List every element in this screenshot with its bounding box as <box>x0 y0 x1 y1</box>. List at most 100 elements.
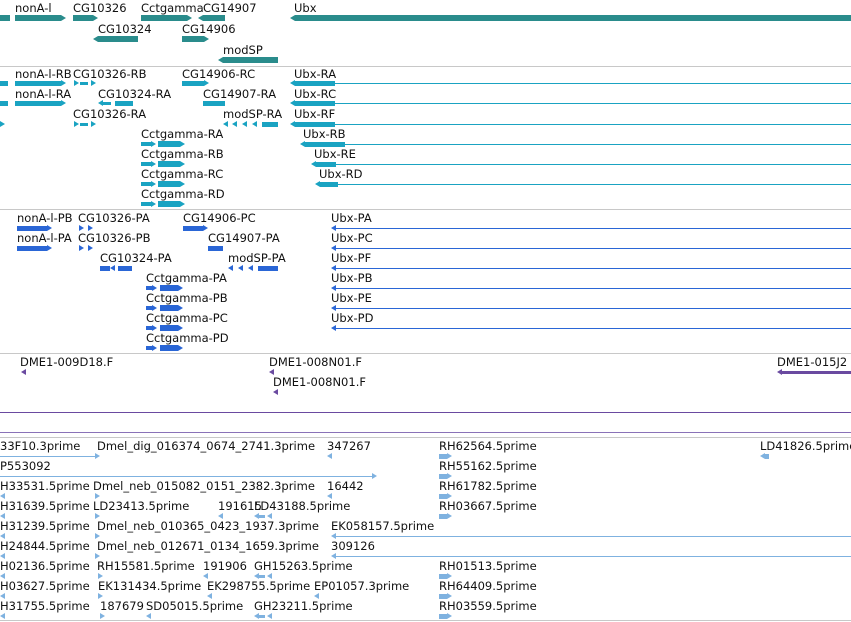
transcript-feature[interactable] <box>103 102 111 105</box>
gene-label[interactable]: CG14906 <box>182 23 236 36</box>
est-feature[interactable] <box>95 533 100 539</box>
transcript-label[interactable]: CG10326-RA <box>73 108 146 121</box>
est-label[interactable]: 191906 <box>203 560 247 573</box>
protein-feature[interactable] <box>336 268 851 269</box>
est-label[interactable]: RH62564.5prime <box>439 440 537 453</box>
transcript-feature[interactable] <box>141 202 151 206</box>
protein-label[interactable]: Ubx-PD <box>331 312 373 325</box>
est-label[interactable]: RH64409.5prime <box>439 580 537 593</box>
est-feature[interactable] <box>0 593 5 599</box>
est-feature[interactable] <box>372 473 377 479</box>
est-feature[interactable] <box>0 476 372 477</box>
transcript-feature[interactable] <box>335 103 851 104</box>
est-feature[interactable] <box>267 573 272 579</box>
est-label[interactable]: EK131434.5prime <box>98 580 201 593</box>
cdna-feature[interactable] <box>0 412 851 413</box>
protein-feature[interactable] <box>17 246 47 251</box>
transcript-feature[interactable] <box>0 101 8 106</box>
est-label[interactable]: Dmel_neb_012671_0134_1659.3prime <box>97 540 319 553</box>
est-feature[interactable] <box>447 493 452 499</box>
transcript-feature[interactable] <box>74 121 79 127</box>
est-feature[interactable] <box>95 513 100 519</box>
transcript-feature[interactable] <box>141 142 151 146</box>
est-feature[interactable] <box>207 593 212 599</box>
gene-label[interactable]: Cctgamma <box>141 2 204 15</box>
transcript-feature[interactable] <box>232 121 237 127</box>
protein-feature[interactable] <box>228 265 233 271</box>
transcript-feature[interactable] <box>182 81 204 86</box>
protein-feature[interactable] <box>47 225 52 231</box>
est-label[interactable]: RH03667.5prime <box>439 500 537 513</box>
est-feature[interactable] <box>203 573 208 579</box>
est-feature[interactable] <box>146 613 151 619</box>
protein-feature[interactable] <box>152 305 157 311</box>
transcript-label[interactable]: Ubx-RC <box>294 88 336 101</box>
est-feature[interactable] <box>447 593 452 599</box>
est-feature[interactable] <box>439 614 447 619</box>
gene-feature[interactable] <box>223 57 278 63</box>
est-feature[interactable] <box>336 556 851 557</box>
cdna-feature[interactable] <box>269 369 274 375</box>
protein-label[interactable]: nonA-l-PB <box>17 212 73 225</box>
est-label[interactable]: RH55162.5prime <box>439 460 537 473</box>
transcript-feature[interactable] <box>180 141 185 147</box>
gene-label[interactable]: CG10324 <box>98 23 152 36</box>
protein-feature[interactable] <box>152 285 157 291</box>
transcript-feature[interactable] <box>0 121 5 127</box>
gene-feature[interactable] <box>98 36 138 42</box>
protein-label[interactable]: CG10324-PA <box>100 252 172 265</box>
est-feature[interactable] <box>0 456 95 457</box>
protein-label[interactable]: CG10326-PB <box>78 232 151 245</box>
protein-feature[interactable] <box>178 305 183 311</box>
est-feature[interactable] <box>0 533 5 539</box>
protein-feature[interactable] <box>160 325 178 331</box>
protein-label[interactable]: Cctgamma-PC <box>146 312 228 325</box>
protein-feature[interactable] <box>336 228 851 229</box>
protein-label[interactable]: Cctgamma-PD <box>146 332 229 345</box>
gene-label[interactable]: CG14907 <box>203 2 257 15</box>
est-label[interactable]: RH03559.5prime <box>439 600 537 613</box>
transcript-feature[interactable] <box>61 100 66 106</box>
est-label[interactable]: LD23413.5prime <box>93 500 189 513</box>
est-label[interactable]: H31755.5prime <box>0 600 90 613</box>
est-label[interactable]: H33531.5prime <box>0 480 90 493</box>
transcript-feature[interactable] <box>91 80 96 86</box>
protein-feature[interactable] <box>160 285 178 291</box>
est-label[interactable]: Dmel_neb_010365_0423_1937.3prime <box>97 520 319 533</box>
transcript-feature[interactable] <box>158 141 180 147</box>
protein-feature[interactable] <box>258 266 278 271</box>
est-feature[interactable] <box>267 513 272 519</box>
est-label[interactable]: 33F10.3prime <box>0 440 80 453</box>
transcript-feature[interactable] <box>61 80 66 86</box>
est-feature[interactable] <box>0 613 5 619</box>
est-label[interactable]: RH15581.5prime <box>97 560 195 573</box>
transcript-feature[interactable] <box>151 141 156 147</box>
protein-feature[interactable] <box>152 345 157 351</box>
protein-feature[interactable] <box>178 325 183 331</box>
est-feature[interactable] <box>0 553 5 559</box>
est-feature[interactable] <box>98 593 103 599</box>
protein-label[interactable]: Cctgamma-PB <box>146 292 228 305</box>
transcript-feature[interactable] <box>338 184 851 185</box>
transcript-feature[interactable] <box>91 121 96 127</box>
est-label[interactable]: Dmel_neb_015082_0151_2382.3prime <box>93 480 315 493</box>
protein-feature[interactable] <box>160 305 178 311</box>
transcript-feature[interactable] <box>74 80 79 86</box>
est-feature[interactable] <box>267 613 272 619</box>
est-label[interactable]: GH15263.5prime <box>254 560 353 573</box>
protein-feature[interactable] <box>79 225 84 231</box>
protein-label[interactable]: Ubx-PA <box>331 212 372 225</box>
transcript-label[interactable]: Cctgamma-RC <box>141 168 223 181</box>
transcript-feature[interactable] <box>141 182 151 186</box>
gene-feature[interactable] <box>73 15 93 21</box>
est-label[interactable]: H31239.5prime <box>0 520 90 533</box>
protein-feature[interactable] <box>47 245 52 251</box>
est-feature[interactable] <box>95 453 100 459</box>
transcript-feature[interactable] <box>204 80 209 86</box>
protein-feature[interactable] <box>17 226 47 231</box>
est-feature[interactable] <box>447 453 452 459</box>
protein-feature[interactable] <box>110 265 115 271</box>
transcript-feature[interactable] <box>252 121 257 127</box>
protein-feature[interactable] <box>336 308 851 309</box>
est-label[interactable]: LD43188.5prime <box>254 500 350 513</box>
